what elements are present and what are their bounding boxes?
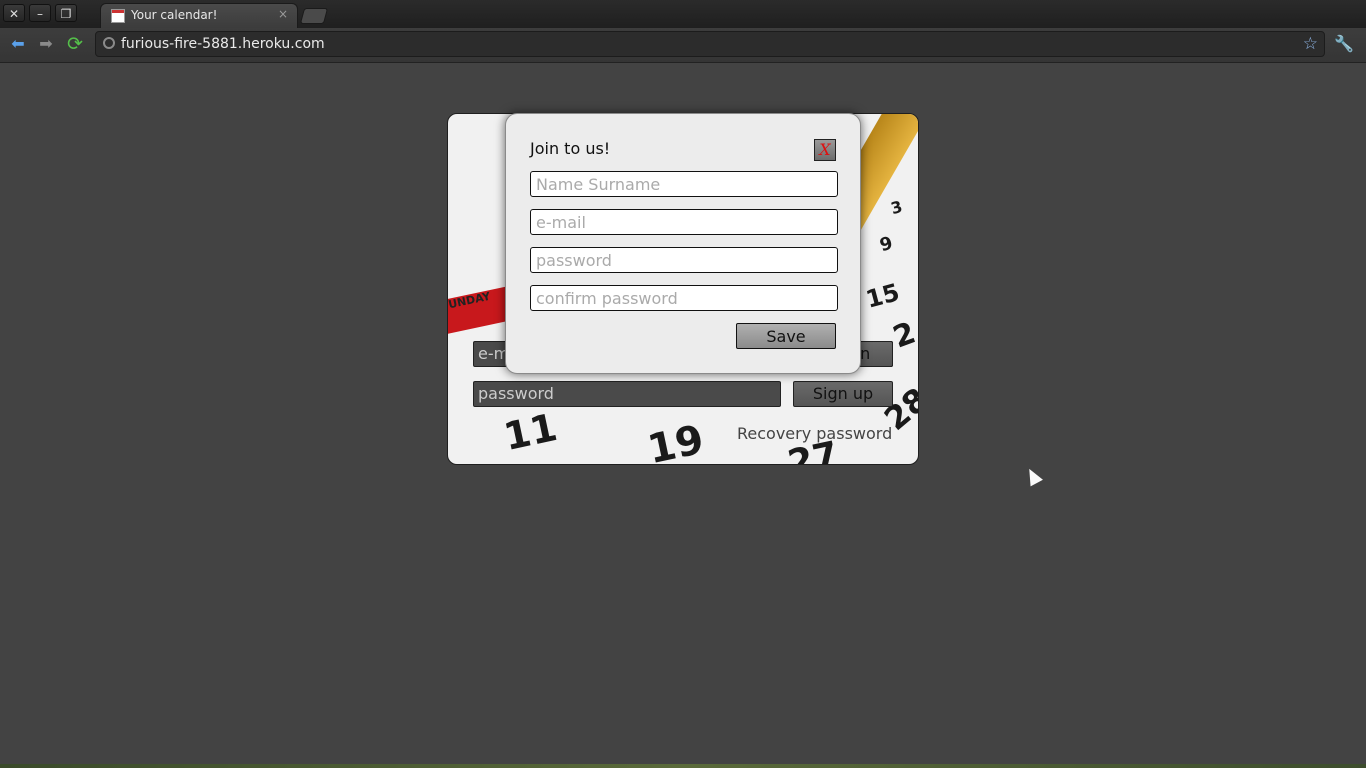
tab-close-icon[interactable]: × [278,7,288,21]
calendar-number: 19 [643,416,708,465]
tab-title: Your calendar! [131,8,218,22]
password-input[interactable] [530,247,838,273]
login-password-input[interactable]: password [473,381,781,407]
modal-close-button[interactable]: X [814,139,836,161]
calendar-number: 15 [862,278,903,314]
modal-title: Join to us! [530,139,611,158]
window-close-button[interactable]: ✕ [3,4,25,22]
new-tab-button[interactable] [299,8,329,24]
recovery-password-link[interactable]: Recovery password [737,424,892,443]
signup-modal: Join to us! X Save [505,113,861,374]
calendar-favicon-icon [111,9,125,23]
confirm-password-input[interactable] [530,285,838,311]
globe-icon [103,37,115,49]
url-text: furious-fire-5881.heroku.com [121,36,325,52]
wrench-icon[interactable]: 🔧 [1334,34,1354,53]
calendar-number: 11 [500,404,561,460]
browser-toolbar: ⬅ ➡ ⟳ furious-fire-5881.heroku.com ☆ 🔧 [0,28,1366,63]
reload-icon[interactable]: ⟳ [65,34,85,54]
window-minimize-button[interactable]: – [29,4,51,22]
calendar-number: 9 [877,232,896,257]
browser-tab[interactable]: Your calendar! × [100,3,298,28]
bookmark-star-icon[interactable]: ☆ [1303,34,1318,54]
desktop-bottom-strip [0,764,1366,768]
sign-up-button[interactable]: Sign up [793,381,893,407]
address-bar[interactable]: furious-fire-5881.heroku.com ☆ [95,31,1325,57]
calendar-number: 2 [888,315,919,356]
email-input[interactable] [530,209,838,235]
mouse-cursor-icon [1023,465,1043,487]
back-icon[interactable]: ⬅ [8,34,28,54]
calendar-number: 3 [888,196,905,219]
window-restore-button[interactable]: ❐ [55,4,77,22]
name-surname-input[interactable] [530,171,838,197]
save-button[interactable]: Save [736,323,836,349]
forward-icon[interactable]: ➡ [36,34,56,54]
browser-titlebar: ✕ – ❐ Your calendar! × [0,0,1366,28]
